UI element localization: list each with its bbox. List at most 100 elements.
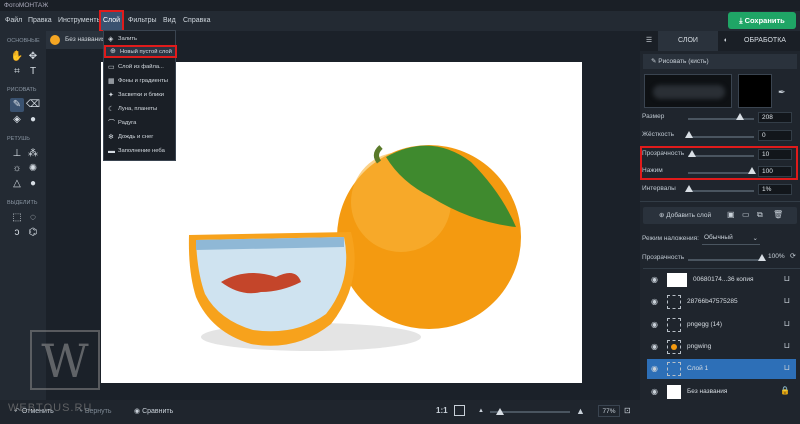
menu-item-flares[interactable]: ✦ Засветки и блики: [104, 89, 177, 102]
transparency-knob[interactable]: [688, 150, 696, 157]
menu-layer[interactable]: Слой: [98, 10, 125, 32]
right-panel: ☰ СЛОИ ◐ ОБРАБОТКА ✎ Рисовать (кисть) ✒ …: [640, 31, 800, 424]
crop-icon[interactable]: ⌗: [10, 65, 24, 79]
unlock-icon[interactable]: ⊔: [784, 363, 790, 372]
magic-select-icon[interactable]: ⌬: [26, 226, 40, 240]
save-button[interactable]: ⤓ Сохранить: [728, 12, 796, 29]
brush-mode-button[interactable]: ✎ Рисовать (кисть): [643, 54, 797, 69]
lock-icon[interactable]: ⊡: [624, 406, 631, 415]
document-tab[interactable]: Без названия: [46, 31, 105, 49]
tab-processing[interactable]: ОБРАБОТКА: [733, 31, 797, 51]
unlock-icon[interactable]: ⊔: [784, 274, 790, 283]
patch-icon[interactable]: ⁂: [26, 147, 40, 161]
menu-item-backgrounds[interactable]: ▦ Фоны и градиенты: [104, 75, 177, 88]
zoom-value[interactable]: 77%: [598, 405, 620, 417]
menu-item-rain-snow[interactable]: ❄ Дождь и снег: [104, 131, 177, 144]
hardness-value[interactable]: 0: [758, 130, 792, 141]
hardness-knob[interactable]: [685, 131, 693, 138]
layer-item-selected[interactable]: ◉ Слой 1 ⊔: [647, 359, 796, 379]
eye-icon[interactable]: ◉: [651, 320, 658, 329]
layer-opacity-slider[interactable]: [688, 259, 764, 261]
color-swatch[interactable]: [738, 74, 772, 108]
move-icon[interactable]: ✥: [26, 50, 40, 64]
lock-icon[interactable]: 🔒: [780, 386, 790, 395]
size-value[interactable]: 208: [758, 112, 792, 123]
section-select: ВЫДЕЛИТЬ: [7, 200, 38, 206]
drop-icon[interactable]: ●: [26, 177, 40, 191]
trash-icon[interactable]: 🗑: [773, 210, 783, 219]
eye-icon[interactable]: ◉: [651, 364, 658, 373]
eye-icon[interactable]: ◉: [651, 387, 658, 396]
sharpen-icon[interactable]: △: [10, 177, 24, 191]
intervals-slider[interactable]: [688, 190, 754, 192]
menu-item-rainbow[interactable]: ⌒ Радуга: [104, 117, 177, 130]
pressure-knob[interactable]: [748, 167, 756, 174]
intervals-value[interactable]: 1%: [758, 184, 792, 195]
menu-item-new-empty-layer[interactable]: ⊕ Новый пустой слой: [104, 45, 177, 58]
refresh-icon[interactable]: ⟳: [790, 252, 796, 260]
add-layer-button[interactable]: ⊕ Добавить слой: [659, 211, 711, 219]
menu-filters[interactable]: Фильтры: [128, 11, 157, 31]
unlock-icon[interactable]: ⊔: [784, 319, 790, 328]
lasso-icon[interactable]: ↄ: [10, 226, 24, 240]
palette-icon[interactable]: ●: [26, 113, 40, 127]
text-icon[interactable]: T: [26, 65, 40, 79]
pressure-value[interactable]: 100: [758, 166, 792, 177]
ellipse-select-icon[interactable]: ◌: [26, 211, 40, 225]
menu-view[interactable]: Вид: [163, 11, 176, 31]
hand-icon[interactable]: ✋: [10, 50, 24, 64]
rect-select-icon[interactable]: ⬚: [10, 211, 24, 225]
fill-icon[interactable]: ◈: [10, 113, 24, 127]
brush-icon[interactable]: ✎: [10, 98, 24, 112]
layer-name: 00680174...36 копия: [693, 276, 754, 283]
compare-button[interactable]: ◉ Сравнить: [134, 407, 173, 415]
menu-item-label: Радуга: [118, 120, 137, 126]
save-label: Сохранить: [744, 16, 785, 25]
layer-item[interactable]: ◉ 00680174...36 копия ⊔: [647, 270, 796, 290]
menu-item-layer-from-file[interactable]: ▭ Слой из файла...: [104, 61, 177, 74]
layer-item[interactable]: ◉ 28766b47575285 ⊔: [647, 292, 796, 312]
layer-item[interactable]: ◉ pngegg (14) ⊔: [647, 315, 796, 335]
layer-item[interactable]: ◉ Без названия 🔒: [647, 382, 796, 402]
stamp-icon[interactable]: ⊥: [10, 147, 24, 161]
sun-icon[interactable]: ✺: [26, 162, 40, 176]
menu-item-moon[interactable]: ☾ Луна, планеты: [104, 103, 177, 116]
menu-edit[interactable]: Правка: [28, 11, 52, 31]
fit-screen-icon[interactable]: [454, 405, 465, 416]
tab-layers[interactable]: СЛОИ: [658, 31, 718, 51]
blend-mode-select[interactable]: Обычный ⌄: [702, 232, 760, 245]
layer-thumbnail: [667, 318, 681, 332]
menu-item-label: Заполнение неба: [118, 148, 165, 154]
image-layer-icon[interactable]: ▣: [727, 210, 735, 219]
hardness-slider[interactable]: [688, 136, 754, 138]
layer-thumbnail: [667, 340, 681, 354]
size-label: Размер: [642, 113, 665, 120]
transparency-value[interactable]: 10: [758, 149, 792, 160]
size-slider[interactable]: [688, 118, 754, 120]
brightness-icon[interactable]: ☼: [10, 162, 24, 176]
menu-tools[interactable]: Инструменты: [58, 11, 102, 31]
menu-file[interactable]: Файл: [5, 11, 22, 31]
pressure-slider[interactable]: [688, 172, 754, 174]
layer-item[interactable]: ◉ pngwing ⊔: [647, 337, 796, 357]
folder-icon[interactable]: ▭: [742, 210, 750, 219]
menu-item-sky[interactable]: ▬ Заполнение неба: [104, 145, 177, 158]
eye-icon[interactable]: ◉: [651, 297, 658, 306]
menu-help[interactable]: Справка: [183, 11, 210, 31]
zoom-slider-knob[interactable]: [496, 408, 504, 415]
eye-icon[interactable]: ◉: [651, 342, 658, 351]
transparency-slider[interactable]: [688, 155, 754, 157]
layer-opacity-knob[interactable]: [758, 254, 766, 261]
intervals-knob[interactable]: [685, 185, 693, 192]
unlock-icon[interactable]: ⊔: [784, 296, 790, 305]
layer-opacity-value[interactable]: 100%: [768, 253, 785, 260]
ratio-button[interactable]: 1:1: [436, 406, 448, 415]
layer-menu-dropdown: ◈ Залить ⊕ Новый пустой слой ▭ Слой из файл…: [103, 30, 177, 161]
unlock-icon[interactable]: ⊔: [784, 341, 790, 350]
eye-icon[interactable]: ◉: [651, 275, 658, 284]
duplicate-icon[interactable]: ⧉: [757, 210, 763, 220]
size-knob[interactable]: [736, 113, 744, 120]
panel-tabbar: ☰ СЛОИ ◐ ОБРАБОТКА: [640, 31, 800, 51]
eyedropper-icon[interactable]: ✒: [778, 87, 786, 98]
eraser-icon[interactable]: ⌫: [26, 98, 40, 112]
